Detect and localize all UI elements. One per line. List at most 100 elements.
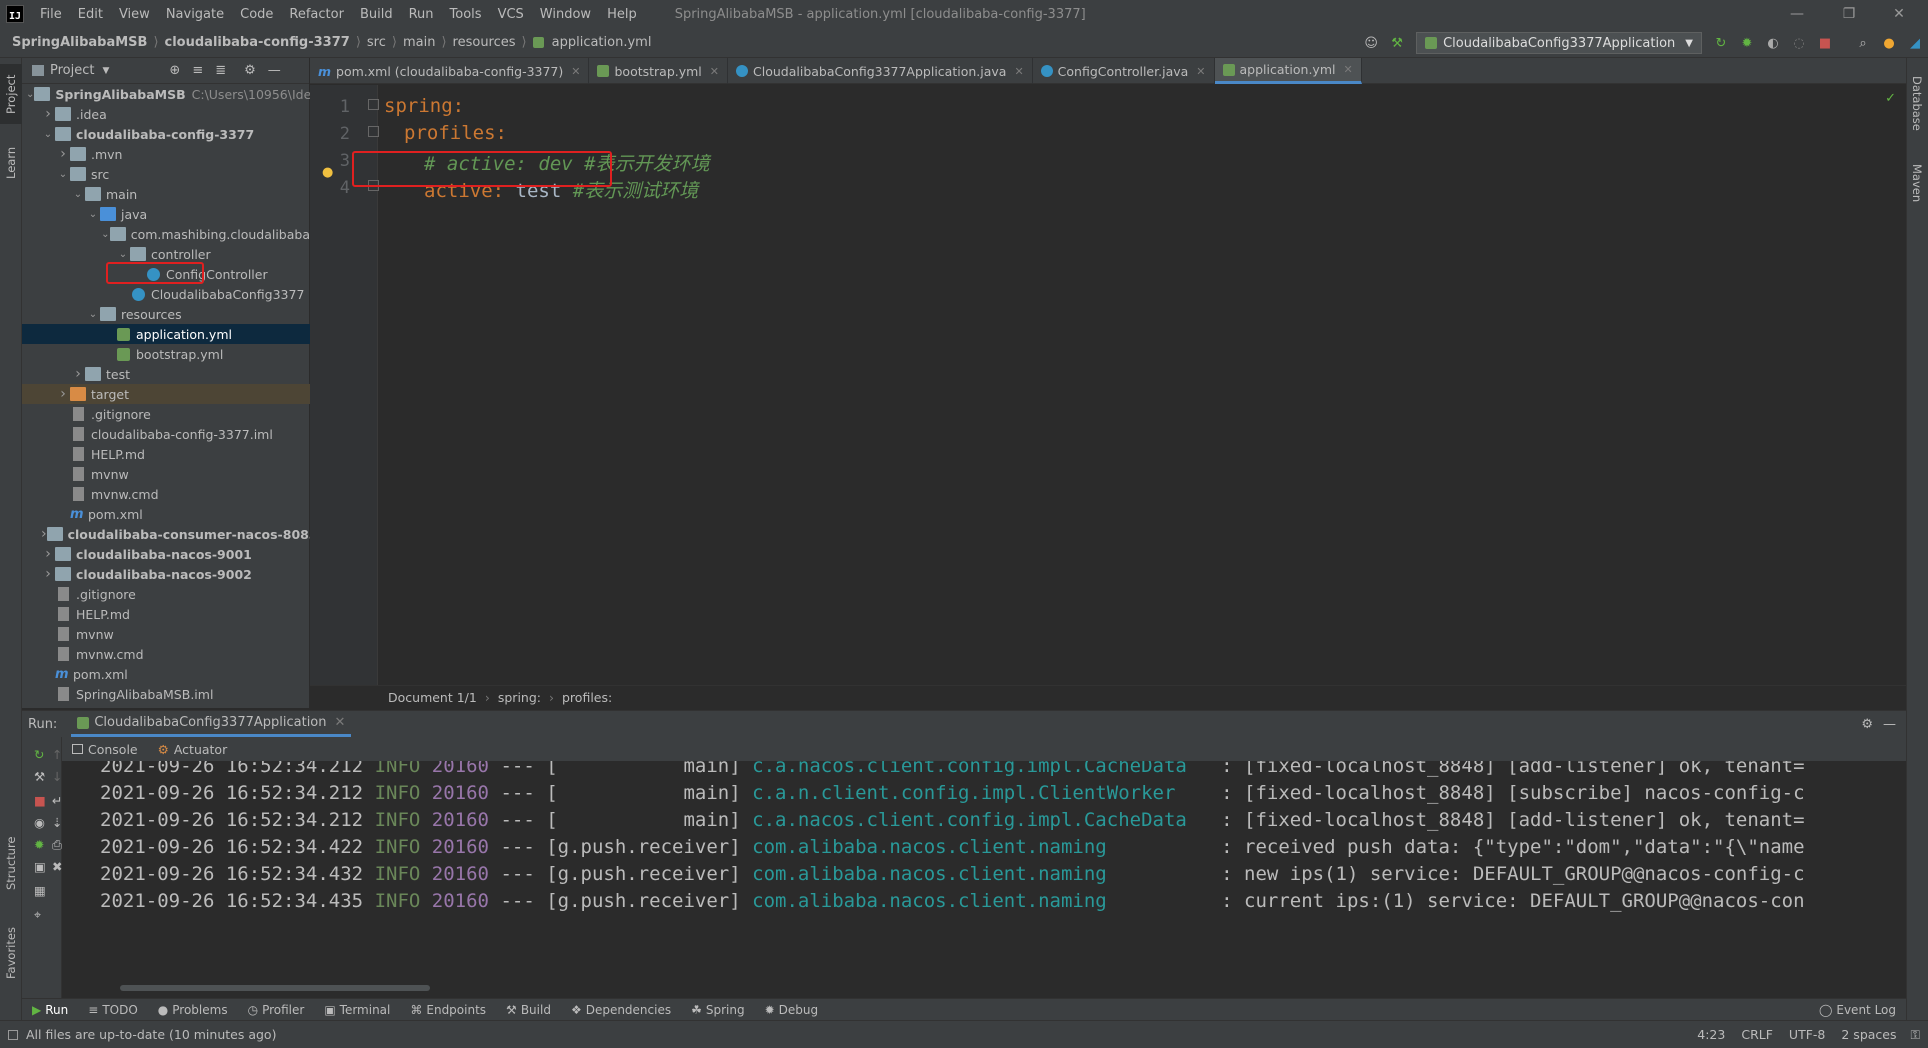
bottom-tab-terminal[interactable]: ▣ Terminal — [314, 1003, 400, 1017]
tool-window-favorites[interactable]: Favorites — [0, 918, 22, 988]
chevron-icon[interactable]: › — [56, 146, 70, 162]
chevron-icon[interactable]: ⌄ — [71, 189, 85, 200]
menu-item-vcs[interactable]: VCS — [490, 7, 532, 22]
pin-icon[interactable]: ⌖ — [34, 907, 41, 923]
code-editor[interactable]: 1234 spring: profiles: # active: dev #表示开发… — [310, 85, 1906, 685]
tree-node[interactable]: mvnw — [22, 624, 310, 644]
bottom-tab-build[interactable]: ⚒ Build — [496, 1003, 561, 1017]
expand-all-icon[interactable]: ≡ — [192, 63, 203, 78]
tree-node[interactable]: ⌄ controller — [22, 244, 310, 264]
tree-node[interactable]: .gitignore — [22, 584, 310, 604]
close-window-icon[interactable]: ✕ — [1876, 0, 1922, 28]
bottom-tab-run[interactable]: ▶ Run — [22, 1003, 78, 1017]
project-title[interactable]: Project — [50, 63, 94, 78]
close-tab-icon[interactable]: ✕ — [571, 65, 580, 78]
editor-tab[interactable]: m pom.xml (cloudalibaba-config-3377) ✕ — [310, 58, 590, 84]
scroll-down-icon[interactable]: ↓ — [52, 769, 62, 784]
bottom-tab-dependencies[interactable]: ❖ Dependencies — [561, 1003, 681, 1017]
tree-node[interactable]: › .idea — [22, 104, 310, 124]
tool-window-maven[interactable]: Maven — [1906, 153, 1928, 213]
lock-icon[interactable]: ⚿ — [1904, 1027, 1928, 1043]
chevron-icon[interactable]: ⌄ — [116, 249, 130, 260]
restore-icon[interactable]: ❐ — [1826, 0, 1872, 28]
gear-icon[interactable]: ⚙ — [1861, 717, 1873, 732]
breadcrumb-item[interactable]: src — [363, 35, 390, 50]
indent-setting[interactable]: 2 spaces — [1833, 1027, 1904, 1042]
menu-item-edit[interactable]: Edit — [70, 7, 111, 22]
code-line[interactable]: spring: — [384, 95, 464, 117]
breadcrumb-spring[interactable]: spring: — [498, 690, 541, 705]
tree-node[interactable]: m pom.xml — [22, 504, 310, 524]
chevron-down-icon[interactable]: ▼ — [102, 66, 109, 76]
coverage-icon[interactable]: ◐ — [1762, 32, 1784, 54]
breadcrumb-item[interactable]: application.yml — [548, 35, 656, 50]
bottom-tab-todo[interactable]: ≡ TODO — [78, 1003, 148, 1017]
tree-node[interactable]: CloudalibabaConfig3377 — [22, 284, 310, 304]
update-icon[interactable]: ● — [1878, 32, 1900, 54]
menu-item-view[interactable]: View — [111, 7, 158, 22]
editor-tab[interactable]: ConfigController.java ✕ — [1033, 58, 1215, 84]
menu-item-file[interactable]: File — [32, 7, 70, 22]
tree-node[interactable]: ⌄ cloudalibaba-config-3377 — [22, 124, 310, 144]
tree-node[interactable]: ⌄ main — [22, 184, 310, 204]
scroll-up-icon[interactable]: ↑ — [52, 747, 62, 762]
close-tab-icon[interactable]: ✕ — [1014, 65, 1023, 78]
line-separator[interactable]: CRLF — [1733, 1027, 1781, 1042]
profile-icon[interactable]: ◌ — [1788, 32, 1810, 54]
chevron-icon[interactable]: ⌄ — [41, 129, 55, 140]
fold-marker-icon[interactable] — [368, 99, 379, 110]
console-tab[interactable]: Console — [62, 742, 148, 757]
chevron-icon[interactable]: ⌄ — [101, 229, 110, 240]
actuator-tab[interactable]: ⚙ Actuator — [148, 742, 238, 757]
editor-tab[interactable]: application.yml ✕ — [1214, 58, 1362, 84]
breadcrumb-document[interactable]: Document 1/1 — [388, 690, 477, 705]
chevron-icon[interactable]: › — [56, 386, 70, 402]
tree-node[interactable]: SpringAlibabaMSB.iml — [22, 684, 310, 704]
tree-node[interactable]: mvnw.cmd — [22, 484, 310, 504]
status-icon[interactable] — [8, 1029, 18, 1040]
wrench-icon[interactable]: ⚒ — [34, 769, 45, 784]
breadcrumb-item[interactable]: main — [399, 35, 439, 50]
tree-node[interactable]: › test — [22, 364, 310, 384]
close-tab-icon[interactable]: ✕ — [1343, 63, 1352, 76]
chevron-icon[interactable]: › — [71, 366, 85, 382]
tree-node[interactable]: application.yml — [22, 324, 310, 344]
stop-icon[interactable]: ■ — [34, 793, 46, 808]
caret-position[interactable]: 4:23 — [1689, 1027, 1733, 1042]
bottom-tab-endpoints[interactable]: ⌘ Endpoints — [400, 1003, 496, 1017]
locate-icon[interactable]: ⊕ — [169, 63, 180, 78]
menu-item-window[interactable]: Window — [532, 7, 599, 22]
tree-node[interactable]: bootstrap.yml — [22, 344, 310, 364]
run-config-select[interactable]: CloudalibabaConfig3377Application ▼ — [1416, 32, 1702, 54]
tree-node[interactable]: HELP.md — [22, 444, 310, 464]
breadcrumb-item[interactable]: cloudalibaba-config-3377 — [161, 35, 354, 50]
collapse-all-icon[interactable]: ≣ — [215, 63, 226, 78]
chevron-icon[interactable]: ⌄ — [86, 209, 100, 220]
tree-node[interactable]: ⌄ resources — [22, 304, 310, 324]
user-icon[interactable]: ☺ — [1360, 32, 1382, 54]
tree-node[interactable]: HELP.md — [22, 604, 310, 624]
bottom-tab-spring[interactable]: ☘ Spring — [681, 1003, 755, 1017]
trash-icon[interactable]: ✖ — [52, 859, 62, 874]
bottom-tab-problems[interactable]: ● Problems — [148, 1003, 238, 1017]
close-tab-icon[interactable]: ✕ — [710, 65, 719, 78]
fold-marker-icon[interactable] — [368, 126, 379, 137]
tree-node[interactable]: cloudalibaba-config-3377.iml — [22, 424, 310, 444]
menu-item-run[interactable]: Run — [401, 7, 442, 22]
tree-node[interactable]: mvnw.cmd — [22, 644, 310, 664]
menu-item-navigate[interactable]: Navigate — [158, 7, 232, 22]
debug-icon[interactable]: ✹ — [1736, 32, 1758, 54]
tool-window-structure[interactable]: Structure — [0, 828, 22, 898]
close-tab-icon[interactable]: ✕ — [335, 715, 346, 730]
breadcrumb-profiles[interactable]: profiles: — [562, 690, 612, 705]
event-log-tab[interactable]: ◯ Event Log — [1819, 1003, 1896, 1017]
layout-icon[interactable]: ▦ — [34, 883, 46, 898]
hide-panel-icon[interactable]: — — [1883, 717, 1896, 732]
chevron-icon[interactable]: ⌄ — [56, 169, 70, 180]
build-hammer-icon[interactable]: ⚒ — [1386, 32, 1408, 54]
code-line[interactable]: profiles: — [404, 122, 507, 144]
tree-node[interactable]: mvnw — [22, 464, 310, 484]
scroll-end-icon[interactable]: ⇣ — [52, 815, 62, 830]
chevron-icon[interactable]: › — [41, 106, 55, 122]
menu-item-refactor[interactable]: Refactor — [281, 7, 352, 22]
